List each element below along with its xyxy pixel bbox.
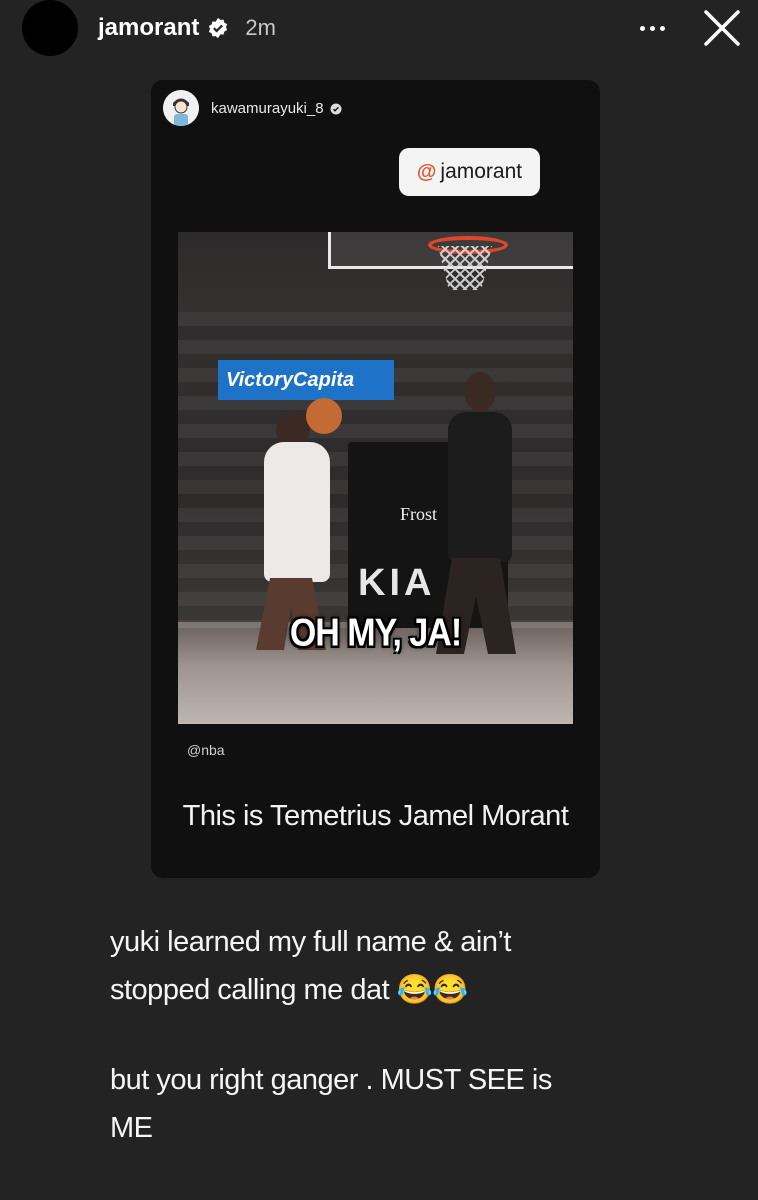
basketball bbox=[306, 398, 342, 434]
stanchion-logo-text: Frost bbox=[400, 504, 438, 524]
court-logo: KIA bbox=[358, 562, 436, 604]
story-header: jamorant 2m bbox=[98, 12, 276, 44]
cartoon-avatar-icon bbox=[163, 90, 199, 126]
story-text-line: but you right ganger . MUST SEE is bbox=[110, 1064, 552, 1096]
more-options-button[interactable] bbox=[630, 14, 674, 42]
shared-post-text: This is Temetrius Jamel Morant bbox=[182, 800, 569, 832]
threads-at-icon: @ bbox=[416, 160, 437, 183]
video-player[interactable]: VictoryCapita Frost KIA OH MY, JA! bbox=[178, 232, 573, 724]
shared-story-card[interactable]: kawamurayuki_8 @ jamorant VictoryCapita … bbox=[151, 80, 600, 878]
player-black-jersey bbox=[448, 412, 512, 562]
story-text-line: stopped calling me dat 😂😂 bbox=[110, 974, 468, 1006]
story-timestamp: 2m bbox=[245, 15, 276, 40]
story-text: yuki learned my full name & ain’t stoppe… bbox=[110, 918, 670, 1152]
more-dots-icon bbox=[639, 25, 645, 31]
profile-avatar[interactable] bbox=[22, 0, 78, 56]
verified-badge-icon bbox=[209, 17, 228, 39]
mention-sticker[interactable]: @ jamorant bbox=[399, 148, 540, 196]
verified-badge-icon bbox=[330, 103, 342, 114]
video-caption: OH MY, JA! bbox=[289, 611, 462, 655]
close-icon[interactable] bbox=[700, 6, 744, 50]
sponsor-banner: VictoryCapita bbox=[218, 360, 394, 400]
story-text-line: ME bbox=[110, 1112, 153, 1144]
shared-username[interactable]: kawamurayuki_8 bbox=[211, 100, 324, 117]
basketball-net bbox=[438, 246, 492, 290]
player-white-jersey bbox=[264, 442, 330, 582]
mention-text: jamorant bbox=[440, 160, 523, 183]
video-credit[interactable]: @nba bbox=[187, 742, 225, 758]
shared-user-avatar[interactable] bbox=[163, 90, 199, 126]
story-text-line: yuki learned my full name & ain’t bbox=[110, 926, 511, 958]
story-username[interactable]: jamorant bbox=[98, 14, 199, 42]
player-black-head bbox=[464, 372, 496, 412]
